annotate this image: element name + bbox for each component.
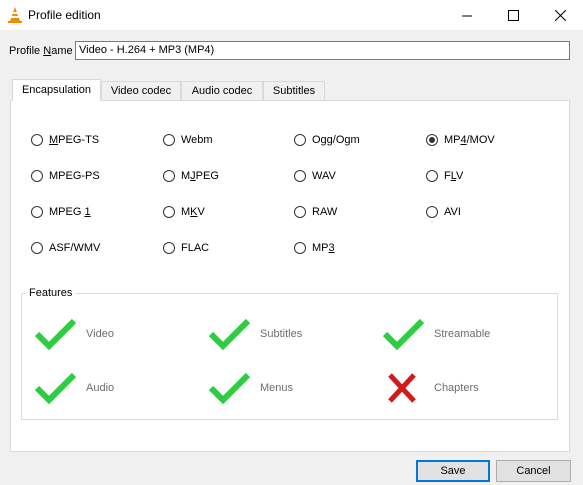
check-icon (34, 318, 77, 351)
cancel-button[interactable]: Cancel (496, 460, 571, 482)
radio-circle (163, 242, 175, 254)
radio-circle (294, 242, 306, 254)
radio-circle (163, 206, 175, 218)
save-button[interactable]: Save (416, 460, 490, 482)
radio-label: MPEG 1 (49, 206, 91, 218)
check-icon (208, 318, 251, 351)
radio-label: MKV (181, 206, 205, 218)
radio-label: FLV (444, 170, 464, 182)
format-radio[interactable]: MPEG-TS (31, 132, 99, 148)
format-radio[interactable]: Webm (163, 132, 213, 148)
radio-circle (294, 206, 306, 218)
radio-circle (294, 134, 306, 146)
feature-item: Audio (34, 371, 114, 405)
format-radio[interactable]: MPEG-PS (31, 168, 100, 184)
radio-label: MPEG-PS (49, 170, 100, 182)
feature-label: Menus (260, 382, 294, 394)
radio-circle (426, 170, 438, 182)
radio-circle (294, 170, 306, 182)
features-title: Features (26, 287, 76, 299)
feature-item: Streamable (382, 317, 490, 351)
tab-video-codec[interactable]: Video codec (101, 81, 181, 100)
format-radio[interactable]: FLAC (163, 240, 209, 256)
radio-circle (163, 170, 175, 182)
radio-label: MP4/MOV (444, 134, 495, 146)
format-radio[interactable]: FLV (426, 168, 463, 184)
radio-circle (31, 206, 43, 218)
cross-icon (388, 373, 416, 403)
check-icon (208, 372, 251, 405)
format-radio[interactable]: MP4/MOV (426, 132, 495, 148)
format-radio[interactable]: Ogg/Ogm (294, 132, 360, 148)
close-button[interactable] (541, 0, 579, 30)
close-icon (554, 9, 566, 21)
radio-label: Webm (181, 134, 213, 146)
window-title: Profile edition (28, 8, 101, 22)
radio-label: AVI (444, 206, 461, 218)
tab-audio-codec[interactable]: Audio codec (181, 81, 263, 100)
feature-label: Subtitles (260, 328, 303, 340)
vlc-cone-icon (8, 7, 22, 23)
format-radio[interactable]: AVI (426, 204, 461, 220)
feature-item: Video (34, 317, 114, 351)
format-radio[interactable]: MPEG 1 (31, 204, 91, 220)
radio-circle (31, 242, 43, 254)
format-radio[interactable]: MJPEG (163, 168, 219, 184)
radio-label: MPEG-TS (49, 134, 100, 146)
format-radio[interactable]: WAV (294, 168, 336, 184)
radio-circle (426, 134, 438, 146)
feature-item: Menus (208, 371, 293, 405)
maximize-icon (507, 9, 519, 21)
format-radio[interactable]: MKV (163, 204, 205, 220)
minimize-button[interactable] (448, 0, 486, 30)
tab-subtitles[interactable]: Subtitles (263, 81, 325, 100)
radio-label: MP3 (312, 242, 335, 254)
radio-circle (31, 134, 43, 146)
tab-encapsulation[interactable]: Encapsulation (12, 79, 101, 101)
radio-label: RAW (312, 206, 338, 218)
profile-name-label: Profile Name (9, 45, 73, 57)
radio-circle (163, 134, 175, 146)
check-icon (34, 372, 77, 405)
radio-circle (31, 170, 43, 182)
radio-label: WAV (312, 170, 336, 182)
format-radio[interactable]: MP3 (294, 240, 335, 256)
maximize-button[interactable] (494, 0, 532, 30)
feature-item: Chapters (382, 371, 479, 405)
feature-label: Streamable (434, 328, 491, 340)
format-radio[interactable]: ASF/WMV (31, 240, 100, 256)
radio-label: FLAC (181, 242, 210, 254)
radio-label: ASF/WMV (49, 242, 101, 254)
radio-label: MJPEG (181, 170, 219, 182)
feature-label: Video (86, 328, 114, 340)
feature-item: Subtitles (208, 317, 302, 351)
format-radio[interactable]: RAW (294, 204, 337, 220)
radio-circle (426, 206, 438, 218)
title-bar: Profile edition (0, 0, 583, 30)
feature-label: Audio (86, 382, 115, 394)
minimize-icon (461, 15, 472, 16)
radio-label: Ogg/Ogm (312, 134, 360, 146)
profile-name-input[interactable]: Video - H.264 + MP3 (MP4) (75, 41, 570, 60)
check-icon (382, 318, 425, 351)
feature-label: Chapters (434, 382, 479, 394)
